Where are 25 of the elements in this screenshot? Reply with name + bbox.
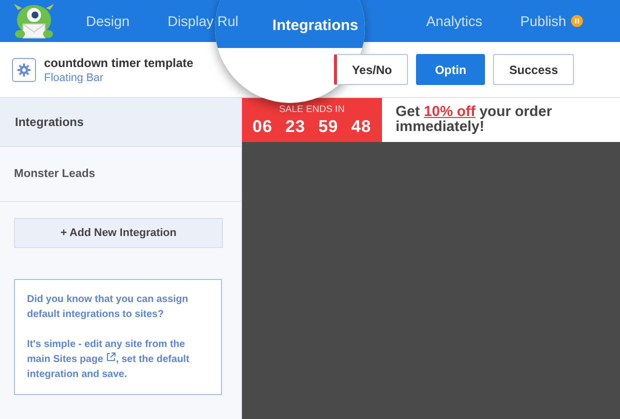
nav-tab[interactable]: Display Rul [168,13,238,29]
campaign-title: countdown timer template [44,56,194,70]
view-button[interactable]: Yes/No [334,54,408,85]
nav-tab[interactable]: Analytics [426,13,482,29]
settings-button[interactable] [12,58,36,82]
integration-item[interactable]: Monster Leads [14,168,96,180]
nav-tab[interactable]: Publish [520,13,584,29]
countdown-digits: 48 [351,116,372,136]
tip-text: It's simple - edit any site from the main Sites page , set the default integration and save. [27,338,190,382]
countdown-digits: 23 [285,116,306,136]
tip-text: Did you know that you can assign default integrations to sites? [27,293,190,322]
settings-icon [17,62,31,76]
panel-heading: Integrations [15,115,84,129]
external-link-icon [106,352,116,362]
countdown-digits: 06 [252,116,272,136]
sites-link[interactable]: Sites page [53,354,116,365]
offer-message: Get 10% off your order immediately! [396,105,553,135]
countdown-label: SALE ENDS IN [279,104,345,114]
nav-tab[interactable]: Design [86,13,130,29]
view-button[interactable]: Optin [416,54,486,85]
countdown-digits: 59 [318,116,338,136]
nav-tab[interactable]: Integrations [272,16,358,34]
add-integration-button[interactable]: + Add New Integration [14,218,223,248]
view-button[interactable]: Success [493,54,574,85]
campaign-type: Floating Bar [44,72,104,84]
